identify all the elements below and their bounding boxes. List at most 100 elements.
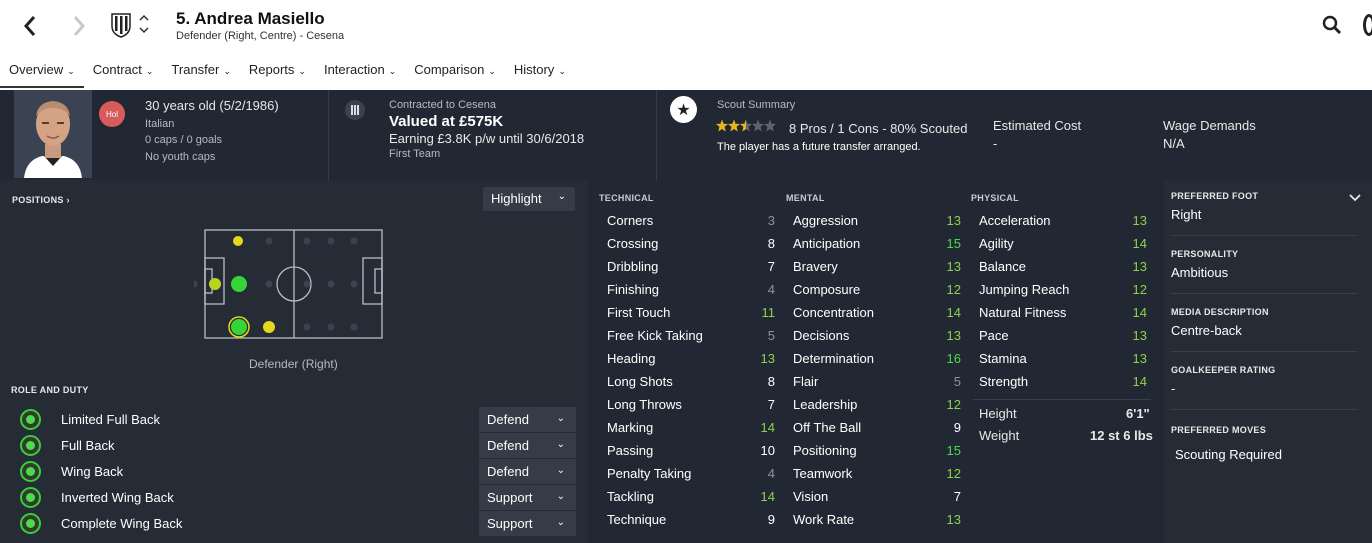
role-row[interactable]: Full Back Defend ⌄: [0, 433, 588, 459]
personality-value: Ambitious: [1171, 265, 1229, 280]
attribute-row[interactable]: Aggression 13: [793, 213, 961, 236]
scout-note: The player has a future transfer arrange…: [717, 141, 921, 153]
duty-dropdown[interactable]: Support ⌄: [479, 511, 576, 536]
attribute-row[interactable]: First Touch 11: [607, 305, 775, 328]
tab-comparison[interactable]: Comparison ⌄: [405, 58, 496, 88]
search-icon[interactable]: [1322, 15, 1342, 35]
attribute-row[interactable]: Positioning 15: [793, 443, 961, 466]
duty-dropdown[interactable]: Defend ⌄: [479, 407, 576, 432]
attribute-row[interactable]: Bravery 13: [793, 259, 961, 282]
positions-link[interactable]: POSITIONS ›: [12, 195, 70, 205]
attribute-row[interactable]: Long Shots 8: [607, 374, 775, 397]
duty-dropdown[interactable]: Defend ⌄: [479, 433, 576, 458]
tab-interaction[interactable]: Interaction ⌄: [315, 58, 396, 88]
attribute-row[interactable]: Natural Fitness 14: [979, 305, 1147, 328]
attribute-name: Penalty Taking: [607, 466, 692, 481]
chevron-down-icon: ⌄: [145, 66, 154, 76]
club-crest-icon[interactable]: [111, 12, 131, 38]
duty-value: Defend: [487, 438, 529, 453]
attribute-row[interactable]: Dribbling 7: [607, 259, 775, 282]
attribute-row[interactable]: Free Kick Taking 5: [607, 328, 775, 351]
attribute-value: 14: [1132, 374, 1147, 389]
divider: [328, 90, 329, 180]
attribute-row[interactable]: Stamina 13: [979, 351, 1147, 374]
role-suitability-icon: [20, 461, 41, 482]
positions-label: POSITIONS: [12, 195, 64, 205]
role-row[interactable]: Wing Back Defend ⌄: [0, 459, 588, 485]
attribute-name: Flair: [793, 374, 819, 389]
tab-transfer[interactable]: Transfer ⌄: [162, 58, 230, 88]
attribute-row[interactable]: Composure 12: [793, 282, 961, 305]
back-arrow-icon[interactable]: [18, 12, 42, 40]
tab-reports[interactable]: Reports ⌄: [240, 58, 306, 88]
tab-label: Comparison: [414, 62, 485, 77]
attribute-row[interactable]: Acceleration 13: [979, 213, 1147, 236]
divider: [1171, 351, 1357, 352]
role-row[interactable]: Inverted Wing Back Support ⌄: [0, 485, 588, 511]
attribute-row[interactable]: Off The Ball 9: [793, 420, 961, 443]
role-row[interactable]: Limited Full Back Defend ⌄: [0, 407, 588, 433]
highlight-dropdown[interactable]: Highlight ⌄: [483, 187, 575, 211]
chevron-down-icon: ⌄: [298, 66, 306, 76]
forward-arrow-icon[interactable]: [67, 12, 91, 40]
attribute-value: 14: [760, 420, 775, 435]
chevron-down-icon: ⌄: [223, 66, 231, 76]
attribute-row[interactable]: Balance 13: [979, 259, 1147, 282]
attribute-row[interactable]: Anticipation 15: [793, 236, 961, 259]
tab-label: History: [513, 62, 555, 77]
attribute-name: Natural Fitness: [979, 305, 1067, 320]
tab-overview[interactable]: Overview ⌄: [0, 58, 84, 88]
attribute-name: Balance: [979, 259, 1026, 274]
divider: [656, 90, 657, 180]
attribute-row[interactable]: Jumping Reach 12: [979, 282, 1147, 305]
attribute-name: Technique: [607, 512, 667, 527]
duty-dropdown[interactable]: Support ⌄: [479, 485, 576, 510]
attribute-row[interactable]: Strength 14: [979, 374, 1147, 397]
attribute-row[interactable]: Crossing 8: [607, 236, 775, 259]
attribute-name: Heading: [607, 351, 656, 366]
attribute-row[interactable]: Flair 5: [793, 374, 961, 397]
attribute-row[interactable]: Heading 13: [607, 351, 775, 374]
attribute-row[interactable]: Agility 14: [979, 236, 1147, 259]
attribute-name: Corners: [607, 213, 654, 228]
role-suitability-icon: [20, 513, 41, 534]
attribute-value: 8: [767, 374, 775, 389]
attribute-value: 7: [767, 397, 775, 412]
duty-value: Support: [487, 516, 533, 531]
divider: [1171, 235, 1357, 236]
attribute-row[interactable]: Long Throws 7: [607, 397, 775, 420]
switch-player-icon[interactable]: [139, 12, 149, 40]
attribute-row[interactable]: Work Rate 13: [793, 512, 961, 535]
attribute-value: 13: [946, 512, 961, 527]
position-dot-dc-left: [209, 278, 221, 290]
attribute-row[interactable]: Vision 7: [793, 489, 961, 512]
attribute-row[interactable]: Passing 10: [607, 443, 775, 466]
chevron-down-icon[interactable]: [1349, 190, 1361, 208]
attribute-value: 13: [1132, 328, 1147, 343]
attribute-row[interactable]: Marking 14: [607, 420, 775, 443]
attribute-value: 5: [953, 374, 961, 389]
attribute-row[interactable]: Concentration 14: [793, 305, 961, 328]
attribute-row[interactable]: Teamwork 12: [793, 466, 961, 489]
attribute-row[interactable]: Penalty Taking 4: [607, 466, 775, 489]
media-description-value: Centre-back: [1171, 323, 1242, 338]
menu-icon[interactable]: [1363, 14, 1372, 36]
attribute-row[interactable]: Finishing 4: [607, 282, 775, 305]
role-row[interactable]: Complete Wing Back Support ⌄: [0, 511, 588, 537]
attribute-row[interactable]: Technique 9: [607, 512, 775, 535]
attribute-name: Free Kick Taking: [607, 328, 703, 343]
attribute-row[interactable]: Leadership 12: [793, 397, 961, 420]
scout-star-icon[interactable]: ★: [670, 96, 697, 123]
attribute-row[interactable]: Determination 16: [793, 351, 961, 374]
status-badge[interactable]: Hol: [99, 101, 125, 127]
divider: [1171, 409, 1357, 410]
club-badge-icon: [345, 100, 365, 120]
attribute-row[interactable]: Decisions 13: [793, 328, 961, 351]
attribute-row[interactable]: Corners 3: [607, 213, 775, 236]
player-photo: [14, 90, 92, 178]
attribute-row[interactable]: Tackling 14: [607, 489, 775, 512]
duty-dropdown[interactable]: Defend ⌄: [479, 459, 576, 484]
attribute-row[interactable]: Pace 13: [979, 328, 1147, 351]
tab-contract[interactable]: Contract ⌄: [84, 58, 154, 88]
tab-history[interactable]: History ⌄: [505, 58, 566, 88]
